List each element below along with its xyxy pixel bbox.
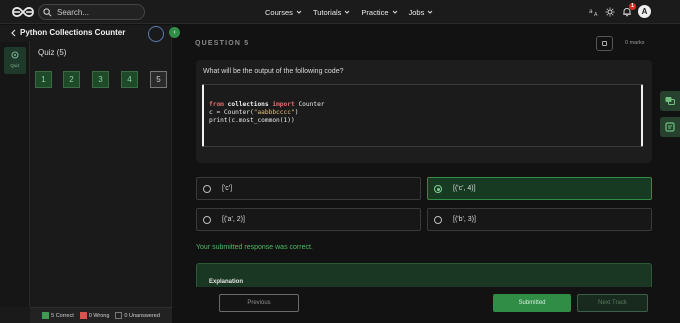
- radio-icon[interactable]: [203, 185, 211, 193]
- legend-unanswered: 0 Unanswered: [115, 312, 160, 319]
- chat-icon: [665, 97, 675, 105]
- search-placeholder: Search...: [57, 7, 90, 17]
- chevron-down-icon: [428, 10, 433, 14]
- radio-icon[interactable]: [203, 216, 211, 224]
- menu-tutorials-label: Tutorials: [312, 7, 342, 17]
- option-4-label: [('b', 3)]: [453, 216, 476, 223]
- progress-ring: [148, 26, 164, 42]
- svg-text:A: A: [594, 12, 598, 17]
- code-string: "aabbbcccc": [253, 109, 295, 116]
- legend-correct-label: 5 Correct: [51, 312, 74, 319]
- code-keyword: import: [272, 101, 295, 108]
- legend-wrong: 0 Wrong: [79, 312, 110, 319]
- chevron-down-icon: [392, 10, 397, 14]
- option-3-label: [('a', 2)]: [222, 216, 245, 223]
- code-line-1: from collections import Counter: [209, 101, 325, 108]
- menu-courses-label: Courses: [265, 7, 293, 17]
- code-line-3: print(c.most_common(1)): [209, 117, 295, 124]
- sun-icon[interactable]: [605, 7, 615, 17]
- search-box[interactable]: Search...: [38, 4, 145, 20]
- option-4[interactable]: [('b', 3)]: [427, 208, 652, 231]
- tab-quiz[interactable]: Quiz: [4, 47, 26, 74]
- code-name: Counter: [298, 101, 325, 108]
- code-module: collections: [227, 101, 269, 108]
- option-1-label: ['c']: [222, 185, 233, 192]
- menu-tutorials[interactable]: Tutorials: [313, 8, 350, 17]
- gfg-logo[interactable]: [11, 5, 35, 19]
- marks-label: 0 marks: [625, 40, 645, 46]
- collapse-sidebar-button[interactable]: ‹: [169, 27, 180, 38]
- avatar[interactable]: A: [638, 5, 651, 18]
- radio-selected-icon[interactable]: [434, 185, 442, 193]
- wrong-swatch: [79, 312, 87, 319]
- chevron-down-icon: [296, 10, 302, 14]
- code-line-2: c = Counter("aabbbcccc"): [209, 109, 298, 116]
- unanswered-swatch: [115, 312, 123, 319]
- correct-swatch: [42, 312, 50, 319]
- legend-unanswered-label: 0 Unanswered: [124, 312, 160, 319]
- option-1[interactable]: ['c']: [196, 177, 421, 200]
- next-track-button[interactable]: Next Track: [577, 294, 648, 312]
- legend-correct: 5 Correct: [42, 312, 74, 319]
- translate-icon[interactable]: aA: [589, 7, 599, 17]
- search-icon: [43, 7, 52, 16]
- menu-jobs[interactable]: Jobs: [409, 8, 434, 17]
- bookmark-button[interactable]: [596, 36, 613, 51]
- option-2[interactable]: [('c', 4)]: [427, 177, 652, 200]
- question-nav-3[interactable]: 3: [92, 71, 109, 88]
- course-title: Python Collections Counter: [20, 28, 126, 37]
- course-header: Python Collections Counter: [0, 25, 172, 42]
- chevron-left-icon[interactable]: [10, 29, 17, 37]
- status-legend: 5 Correct 0 Wrong 0 Unanswered: [30, 307, 172, 323]
- question-nav-1[interactable]: 1: [35, 71, 52, 88]
- code-block: from collections import Counter c = Coun…: [202, 84, 643, 147]
- radio-icon[interactable]: [434, 216, 442, 224]
- explanation-title: Explanation: [209, 279, 244, 285]
- legend-wrong-label: 0 Wrong: [88, 312, 110, 319]
- feedback-message: Your submitted response was correct.: [196, 244, 313, 251]
- menu-practice-label: Practice: [361, 7, 389, 17]
- code-keyword: from: [209, 101, 224, 108]
- svg-text:a: a: [589, 8, 593, 15]
- footer-bar: Previous Submitted Next Track: [172, 287, 680, 323]
- question-label: QUESTION 5: [195, 40, 250, 47]
- course-sidebar: Python Collections Counter ‹ Quiz Quiz (…: [0, 25, 180, 323]
- option-3[interactable]: [('a', 2)]: [196, 208, 421, 231]
- question-card: What will be the output of the following…: [196, 60, 652, 163]
- chat-float-button[interactable]: [660, 91, 680, 111]
- main-menu: Courses Tutorials Practice Jobs: [265, 0, 444, 24]
- menu-practice[interactable]: Practice: [361, 8, 397, 17]
- code-text: c = Counter(: [209, 109, 254, 116]
- top-nav: Search... Courses Tutorials Practice Job…: [0, 0, 680, 24]
- code-text: ): [294, 109, 299, 116]
- menu-jobs-label: Jobs: [408, 7, 425, 17]
- question-nav-2[interactable]: 2: [63, 71, 80, 88]
- sidebar-rail: Quiz: [0, 42, 30, 307]
- tab-quiz-label: Quiz: [10, 63, 20, 68]
- quiz-icon: [11, 51, 19, 59]
- submitted-button[interactable]: Submitted: [493, 294, 571, 312]
- previous-button[interactable]: Previous: [219, 294, 299, 312]
- notes-float-button[interactable]: [660, 117, 680, 137]
- notes-icon: [665, 122, 675, 132]
- quiz-title: Quiz (5): [38, 48, 67, 57]
- notification-badge: 1: [629, 3, 636, 10]
- question-nav-4[interactable]: 4: [121, 71, 138, 88]
- menu-courses[interactable]: Courses: [265, 8, 302, 17]
- bookmark-icon: [602, 41, 607, 46]
- option-2-label: [('c', 4)]: [453, 185, 476, 192]
- question-nav-5[interactable]: 5: [150, 71, 167, 88]
- chevron-down-icon: [345, 10, 350, 14]
- question-text: What will be the output of the following…: [203, 68, 344, 75]
